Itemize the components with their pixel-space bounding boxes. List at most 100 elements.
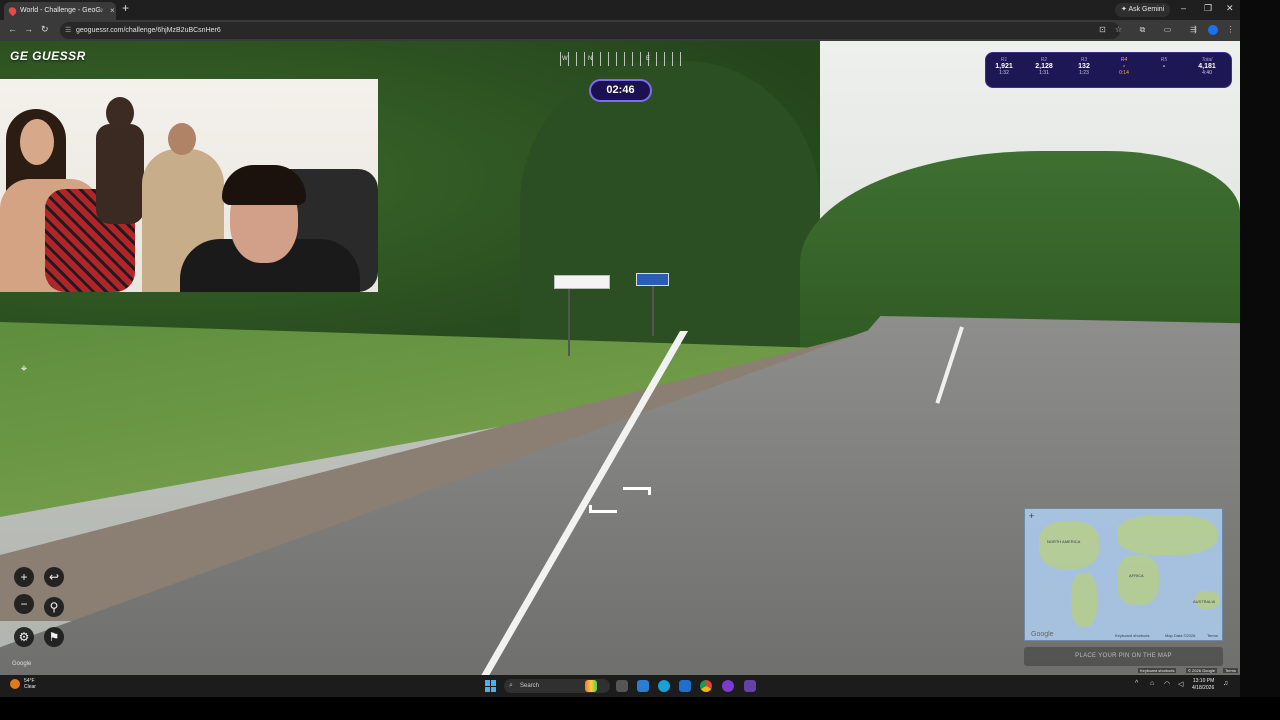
screen-bottom-black <box>0 697 1280 720</box>
tray-chevron-icon[interactable]: ^ <box>1135 680 1138 687</box>
settings-gear-icon[interactable]: ⚙ <box>14 627 34 647</box>
notification-bell-icon[interactable]: ♫ <box>1223 680 1228 687</box>
url-input[interactable]: ☰ geoguessr.com/challenge/6hjMzB2uBCsnHe… <box>60 22 1120 39</box>
sidebar-icon[interactable]: ▭ <box>1163 25 1172 34</box>
compass-north: N <box>588 56 593 62</box>
site-info-icon[interactable]: ☰ <box>65 22 71 39</box>
task-view-icon[interactable] <box>616 680 628 692</box>
round-time: 1:23 <box>1079 70 1089 76</box>
ask-gemini-label: Ask Gemini <box>1128 6 1165 13</box>
restore-icon[interactable]: ❐ <box>1204 3 1212 14</box>
round-points: 1,921 <box>995 63 1013 70</box>
close-tab-icon[interactable]: × <box>110 2 115 20</box>
volume-icon[interactable]: ◁ <box>1178 680 1183 688</box>
round-score-current: R4 - 0:14 <box>1106 57 1142 76</box>
zoom-out-button[interactable]: − <box>14 594 34 614</box>
round-time: 0:14 <box>1119 70 1129 76</box>
mail-app-icon[interactable] <box>637 680 649 692</box>
attribution-copyright: © 2026 Google <box>1186 668 1217 673</box>
new-tab-button[interactable]: + <box>122 1 129 15</box>
edge-browser-icon[interactable] <box>658 680 670 692</box>
minimize-icon[interactable]: – <box>1181 3 1186 13</box>
attribution-shortcuts[interactable]: Keyboard shortcuts <box>1138 668 1177 673</box>
compass: W N E <box>560 52 682 66</box>
extensions-icon[interactable]: ⧉ <box>1138 25 1147 34</box>
app-icon[interactable] <box>722 680 734 692</box>
twitch-icon[interactable] <box>744 680 756 692</box>
taskbar-search-label: Search <box>520 683 540 689</box>
round-points: - <box>1122 63 1126 70</box>
wifi-icon[interactable]: ◠ <box>1164 680 1170 688</box>
person-left-face <box>20 119 54 165</box>
map-land-north-america <box>1039 521 1099 569</box>
barber <box>96 124 144 224</box>
total-score: Total 4,181 4:40 <box>1189 57 1225 76</box>
round-points: 2,128 <box>1035 63 1053 70</box>
install-app-icon[interactable]: ⊡ <box>1098 25 1107 34</box>
profile-avatar[interactable] <box>1208 25 1218 35</box>
weather-condition: Clear <box>24 684 36 690</box>
round-timer: 02:46 <box>589 79 652 102</box>
streamer-head-hair <box>222 165 306 205</box>
attribution-terms[interactable]: Terms <box>1223 668 1238 673</box>
minimap-shortcuts-link[interactable]: Keyboard shortcuts <box>1115 633 1149 638</box>
bookmark-star-icon[interactable]: ☆ <box>1114 25 1123 34</box>
speaker-icon[interactable]: ♪ <box>100 2 104 20</box>
geoguessr-logo[interactable]: GE GUESSR <box>10 49 86 63</box>
total-points: 4,181 <box>1198 63 1216 70</box>
minimap-google-logo: Google <box>1031 631 1054 638</box>
return-to-start-button[interactable]: ⚲ <box>44 597 64 617</box>
search-icon: ⌕ <box>509 682 513 689</box>
barber-head <box>106 97 134 129</box>
weather-widget[interactable]: 54°F Clear <box>10 678 36 690</box>
search-highlight-icon[interactable] <box>585 680 597 692</box>
reload-icon[interactable]: ↻ <box>41 24 49 35</box>
url-text: geoguessr.com/challenge/6hjMzB2uBCsnHer6 <box>76 27 221 34</box>
tab-title: World - Challenge - GeoG <box>20 7 101 14</box>
minimap-map-data: Map Data ©2026 <box>1165 633 1196 638</box>
round-time: 1:32 <box>999 70 1009 76</box>
minimap-zoom-icon[interactable]: + <box>1029 511 1034 521</box>
map-land-south-america <box>1071 573 1097 627</box>
store-app-icon[interactable] <box>679 680 691 692</box>
screen-edge-black <box>1240 0 1280 720</box>
browser-tab[interactable]: World - Challenge - GeoG ♪ × <box>4 2 116 20</box>
map-label: AUSTRALIA <box>1193 599 1216 604</box>
taskbar-clock[interactable]: 13:10 PM 4/18/2026 <box>1192 678 1214 692</box>
undo-move-button[interactable]: ↩ <box>44 567 64 587</box>
road-sign-white <box>554 275 610 289</box>
clock-time: 13:10 PM <box>1192 678 1215 684</box>
road-sign-blue <box>636 273 669 286</box>
windows-start-icon[interactable] <box>485 680 497 692</box>
round-score: R5 - <box>1146 57 1182 70</box>
round-points: - <box>1162 63 1166 70</box>
guess-button[interactable]: PLACE YOUR PIN ON THE MAP <box>1024 647 1223 666</box>
chrome-browser-icon[interactable] <box>700 680 712 692</box>
round-score: R2 2,128 1:31 <box>1026 57 1062 76</box>
back-arrow-icon[interactable]: ← <box>8 24 17 34</box>
location-pin-icon[interactable]: ⌖ <box>18 362 30 376</box>
zoom-in-button[interactable]: + <box>14 567 34 587</box>
map-label: AFRICA <box>1129 573 1144 578</box>
map-label: NORTH AMERICA <box>1047 539 1081 544</box>
ask-gemini-button[interactable]: ✦ Ask Gemini <box>1115 3 1171 17</box>
more-menu-icon[interactable]: ⋮ <box>1226 25 1235 34</box>
browser-tab-bar: World - Challenge - GeoG ♪ × + ✦ Ask Gem… <box>0 0 1240 20</box>
google-watermark: Google <box>12 661 32 667</box>
round-time: 1:31 <box>1039 70 1049 76</box>
flag-checkpoint-button[interactable]: ⚑ <box>44 627 64 647</box>
weather-sun-icon <box>10 679 20 689</box>
move-arrow-icon[interactable] <box>623 487 651 495</box>
move-arrow-icon[interactable] <box>589 505 617 513</box>
scoreboard: R1 1,921 1:32 R2 2,128 1:31 R3 132 1:23 … <box>985 52 1232 88</box>
forward-arrow-icon[interactable]: → <box>24 24 33 34</box>
close-window-icon[interactable]: ✕ <box>1226 3 1234 14</box>
minimap-terms-link[interactable]: Terms <box>1207 633 1218 638</box>
screen: World - Challenge - GeoG ♪ × + ✦ Ask Gem… <box>0 0 1280 720</box>
compass-east: E <box>646 56 651 62</box>
forest-center <box>520 61 820 381</box>
guess-minimap[interactable]: + NORTH AMERICA AFRICA AUSTRALIA Google … <box>1024 508 1223 641</box>
network-icon[interactable]: ⌂ <box>1150 680 1154 687</box>
cast-icon[interactable]: ⇶ <box>1189 25 1198 34</box>
address-bar-row: ← → ↻ ☰ geoguessr.com/challenge/6hjMzB2u… <box>0 20 1240 41</box>
